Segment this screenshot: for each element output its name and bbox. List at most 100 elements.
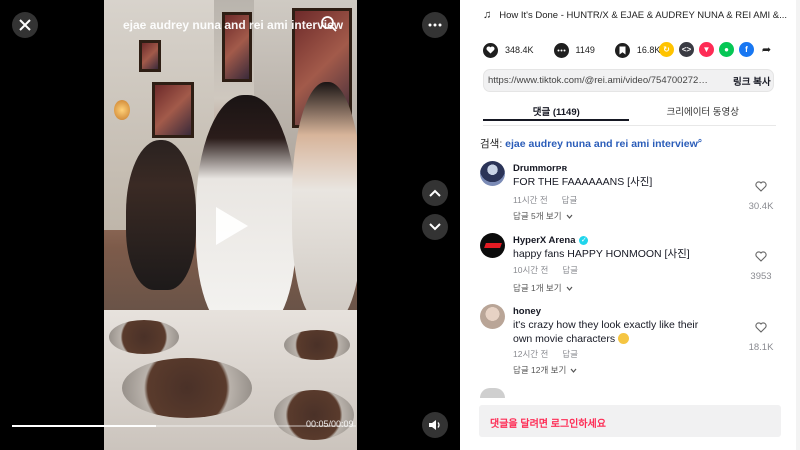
avatar[interactable] <box>480 233 505 258</box>
video-plate <box>284 330 350 360</box>
video-lamp <box>114 100 130 120</box>
search-prefix: 검색: <box>480 138 503 150</box>
tab-divider <box>483 125 776 126</box>
comment-time: 10시간 전 <box>513 265 549 275</box>
music-row[interactable]: ♫ How It's Done - HUNTR/X & EJAE & AUDRE… <box>483 8 787 22</box>
song-title[interactable]: How It's Done - HUNTR/X & EJAE & AUDREY … <box>499 10 787 21</box>
avatar[interactable] <box>480 388 505 398</box>
save-count: 16.8K <box>636 45 661 55</box>
previous-video-button[interactable] <box>422 180 448 206</box>
search-icon[interactable] <box>320 15 338 33</box>
video-picture-frame <box>139 40 161 72</box>
comment-like-count: 30.4K <box>748 201 774 212</box>
avatar[interactable] <box>480 161 505 186</box>
chevron-down-icon <box>570 368 577 373</box>
close-icon <box>19 19 31 31</box>
view-replies-label: 답글 1개 보기 <box>513 283 562 293</box>
more-options-button[interactable] <box>422 12 448 38</box>
comment-text: it's crazy how they look exactly like th… <box>513 319 699 345</box>
heart-outline-icon <box>755 181 767 192</box>
like-count: 348.4K <box>505 45 534 55</box>
video-progress-bar[interactable] <box>12 425 356 427</box>
video-url-box[interactable]: https://www.tiktok.com/@rei.ami/video/75… <box>483 69 774 92</box>
view-replies-button[interactable]: 답글 1개 보기 <box>513 282 573 294</box>
hyperx-logo-icon <box>483 243 502 248</box>
volume-icon <box>429 420 440 430</box>
chevron-down-icon <box>566 286 573 291</box>
comment-icon <box>553 42 569 58</box>
heart-outline-icon <box>755 322 767 333</box>
repost-icon[interactable]: ↻ <box>659 42 674 57</box>
comment-meta: 11시간 전 답글 <box>513 194 577 206</box>
details-panel: ♫ How It's Done - HUNTR/X & EJAE & AUDRE… <box>460 0 800 450</box>
view-replies-button[interactable]: 답글 12개 보기 <box>513 364 577 376</box>
tab-creator-videos[interactable]: 크리에이터 동영상 <box>630 96 777 122</box>
line-icon[interactable]: ● <box>719 42 734 57</box>
chevron-down-icon <box>566 214 573 219</box>
heart-icon <box>483 42 498 58</box>
comment-like[interactable]: 30.4K <box>746 179 776 212</box>
comment-count: 1149 <box>575 45 595 55</box>
bookmark-icon <box>614 42 630 58</box>
comment-text: happy fans HAPPY HONMOON [사진] <box>513 248 690 260</box>
like-stat[interactable]: 348.4K <box>483 42 534 58</box>
comment-author[interactable]: HyperX Arena ✓ <box>513 235 589 246</box>
chevron-down-icon <box>429 223 441 231</box>
video-time: 00:05/00:09 <box>306 419 354 429</box>
crying-emoji-icon <box>618 333 630 345</box>
active-tab-underline <box>483 119 629 121</box>
embed-icon[interactable]: <> <box>679 42 694 57</box>
video-person <box>292 82 357 322</box>
video-player[interactable]: ejae audrey nuna and rei ami interview 0… <box>0 0 460 450</box>
search-small-icon[interactable]: ⌕ <box>698 136 702 145</box>
video-search-query[interactable]: ejae audrey nuna and rei ami interview <box>123 18 343 32</box>
reply-button[interactable]: 답글 <box>562 348 578 360</box>
reply-button[interactable]: 답글 <box>562 194 578 206</box>
comment-time: 12시간 전 <box>513 349 549 359</box>
video-plate <box>274 390 354 440</box>
more-icon <box>428 23 442 27</box>
video-plate <box>122 358 252 418</box>
video-person <box>126 140 196 290</box>
volume-button[interactable] <box>422 412 448 438</box>
video-url[interactable]: https://www.tiktok.com/@rei.ami/video/75… <box>488 75 713 86</box>
comment-like[interactable]: 18.1K <box>746 320 776 353</box>
comment-item: honey it's crazy how they look exactly l… <box>480 304 776 380</box>
music-note-icon: ♫ <box>483 9 492 21</box>
login-to-comment-bar[interactable]: 댓글을 달려면 로그인하세요 <box>479 405 781 437</box>
send-icon[interactable]: ▼ <box>699 42 714 57</box>
avatar[interactable] <box>480 304 505 329</box>
video-progress-fill <box>12 425 157 427</box>
comment-item: HyperX Arena ✓ happy fans HAPPY HONMOON [… <box>480 233 776 297</box>
comment-like[interactable]: 3953 <box>746 249 776 282</box>
comment-stat[interactable]: 1149 <box>553 42 595 58</box>
view-replies-label: 답글 5개 보기 <box>513 211 562 221</box>
play-icon[interactable] <box>216 207 248 245</box>
view-replies-button[interactable]: 답글 5개 보기 <box>513 210 573 222</box>
copy-link-button[interactable]: 링크 복사 <box>733 74 771 88</box>
comment-like-count: 18.1K <box>748 342 774 353</box>
search-keyword-link[interactable]: ejae audrey nuna and rei ami interview <box>505 138 698 150</box>
login-prompt[interactable]: 댓글을 달려면 로그인하세요 <box>490 415 606 430</box>
heart-outline-icon <box>755 251 767 262</box>
comment-author[interactable]: Drummorᴘʀ <box>513 163 567 174</box>
panel-scrollbar[interactable] <box>796 0 800 450</box>
verified-badge-icon: ✓ <box>579 235 589 245</box>
video-picture-frame <box>152 82 194 138</box>
comment-author[interactable]: honey <box>513 306 541 317</box>
close-button[interactable] <box>12 12 38 38</box>
search-suggestion[interactable]: 검색: ejae audrey nuna and rei ami intervi… <box>480 136 702 151</box>
view-replies-label: 답글 12개 보기 <box>513 365 567 375</box>
comment-like-count: 3953 <box>750 271 772 282</box>
share-icons: ↻ <> ▼ ● f ➦ <box>659 42 774 57</box>
comment-meta: 10시간 전 답글 <box>513 264 578 276</box>
comment-item: Drummorᴘʀ FOR THE FAAAAAANS [사진] 11시간 전 … <box>480 161 776 225</box>
save-stat[interactable]: 16.8K <box>614 42 661 58</box>
comment-time: 11시간 전 <box>513 195 548 205</box>
video-plate <box>109 320 179 354</box>
reply-button[interactable]: 답글 <box>562 264 578 276</box>
share-arrow-icon[interactable]: ➦ <box>759 42 774 57</box>
next-video-button[interactable] <box>422 214 448 240</box>
facebook-icon[interactable]: f <box>739 42 754 57</box>
comment-text: FOR THE FAAAAAANS [사진] <box>513 176 653 188</box>
